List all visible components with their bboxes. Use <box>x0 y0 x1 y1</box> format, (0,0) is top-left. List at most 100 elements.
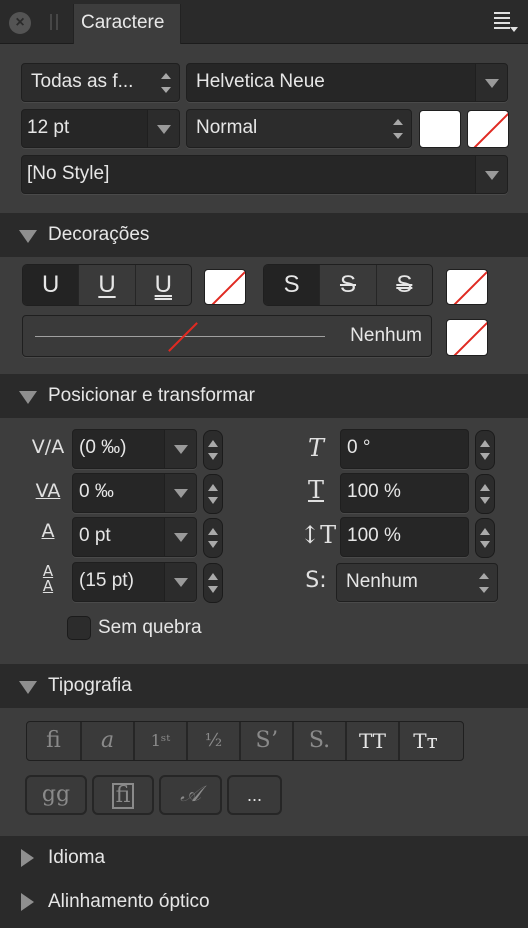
baseline-value: 0 pt <box>79 525 111 546</box>
no-break-label: Sem quebra <box>98 617 202 638</box>
collapsed-triangle-icon <box>21 893 34 911</box>
small-caps-button[interactable]: Tᴛ <box>398 722 451 760</box>
horizontal-scale-value: 100 % <box>347 481 401 502</box>
baseline-stepper[interactable] <box>203 518 223 558</box>
shear-value: 0 ° <box>347 437 371 458</box>
underline-single-button[interactable]: U <box>78 265 134 305</box>
ordinals-button[interactable]: 1ˢᵗ <box>133 722 186 760</box>
leading-value: (15 pt) <box>79 570 134 591</box>
updown-arrows-icon <box>161 73 171 93</box>
fractions-button[interactable]: ½ <box>186 722 239 760</box>
font-size-value: 12 pt <box>27 117 70 138</box>
section-title: Idioma <box>48 847 106 868</box>
panel-menu-icon[interactable] <box>494 12 518 32</box>
all-caps-button[interactable]: TT <box>345 722 398 760</box>
kerning-icon: V/A <box>31 436 65 458</box>
kerning-value: (0 ‰) <box>79 437 127 458</box>
font-weight-value: Normal <box>196 117 258 138</box>
leading-stepper[interactable] <box>203 563 223 603</box>
scripts-icon: S: <box>305 568 327 593</box>
leading-field[interactable]: (15 pt) <box>72 562 197 602</box>
section-title: Posicionar e transformar <box>48 385 255 406</box>
vertical-scale-value: 100 % <box>347 525 401 546</box>
leading-icon: AA <box>42 562 54 595</box>
shear-stepper[interactable] <box>475 430 495 470</box>
collapsed-triangle-icon <box>21 849 34 867</box>
text-style-value: [No Style] <box>27 163 110 184</box>
strikethrough-color-swatch[interactable] <box>446 269 488 305</box>
baseline-dropdown-button[interactable] <box>164 518 196 556</box>
background-color-swatch-none[interactable] <box>467 110 509 148</box>
leading-dropdown-button[interactable] <box>164 563 196 601</box>
baseline-shift-icon: A <box>41 520 55 542</box>
shear-icon: T <box>307 434 324 462</box>
line-style-field[interactable]: Nenhum <box>22 315 432 357</box>
tab-caractere[interactable]: Caractere <box>73 4 181 44</box>
section-decoracoes[interactable]: Decorações <box>0 213 528 257</box>
updown-arrows-icon <box>393 119 403 139</box>
font-family-dropdown-button[interactable] <box>475 64 507 101</box>
tracking-value: 0 ‰ <box>79 481 114 502</box>
kerning-stepper[interactable] <box>203 430 223 470</box>
font-family-value: Helvetica Neue <box>196 71 325 92</box>
text-style-field[interactable]: [No Style] <box>21 155 508 194</box>
expanded-triangle-icon <box>19 230 37 243</box>
text-style-dropdown-button[interactable] <box>475 156 507 193</box>
strikethrough-single-button[interactable]: S <box>319 265 375 305</box>
tracking-stepper[interactable] <box>203 474 223 514</box>
underline-segmented-control[interactable]: U U U <box>22 264 192 306</box>
font-family-field[interactable]: Helvetica Neue <box>186 63 508 102</box>
stylistic-alternates-button[interactable]: a <box>80 722 133 760</box>
vertical-scale-stepper[interactable] <box>475 518 495 558</box>
font-weight-select[interactable]: Normal <box>186 109 412 148</box>
discretionary-ligatures-glyph: ﬁ <box>111 783 135 809</box>
font-size-field[interactable]: 12 pt <box>21 109 180 148</box>
section-title: Decorações <box>48 224 150 245</box>
section-posicionar-transformar[interactable]: Posicionar e transformar <box>0 374 528 418</box>
kerning-dropdown-button[interactable] <box>164 430 196 468</box>
font-size-dropdown-button[interactable] <box>147 110 179 147</box>
scripts-value: Nenhum <box>346 571 418 592</box>
line-style-value: Nenhum <box>350 325 422 346</box>
underline-color-swatch[interactable] <box>204 269 246 305</box>
close-icon: × <box>15 14 25 31</box>
section-tipografia[interactable]: Tipografia <box>0 664 528 708</box>
font-collection-value: Todas as f... <box>31 71 134 92</box>
horizontal-scale-icon: T <box>307 476 324 504</box>
fill-color-swatch[interactable] <box>419 110 461 148</box>
horizontal-scale-field[interactable]: 100 % <box>340 473 469 513</box>
font-collection-select[interactable]: Todas as f... <box>21 63 180 102</box>
no-break-checkbox[interactable] <box>67 616 91 640</box>
more-features-button[interactable]: ... <box>227 775 282 815</box>
superscript-button[interactable]: Sʼ <box>239 722 292 760</box>
ligatures-button[interactable]: ﬁ <box>27 722 80 760</box>
baseline-field[interactable]: 0 pt <box>72 517 197 557</box>
section-idioma[interactable]: Idioma <box>0 836 528 880</box>
scripts-select[interactable]: Nenhum <box>336 563 498 602</box>
drag-grip-icon[interactable] <box>50 14 58 30</box>
contextual-alternates-button[interactable]: gg <box>25 775 87 815</box>
strikethrough-double-button[interactable]: S <box>375 265 432 305</box>
expanded-triangle-icon <box>19 391 37 404</box>
subscript-button[interactable]: S. <box>292 722 345 760</box>
strikethrough-segmented-control[interactable]: S S S <box>263 264 433 306</box>
section-alinhamento-optico[interactable]: Alinhamento óptico <box>0 880 528 924</box>
updown-arrows-icon <box>479 573 489 593</box>
tracking-dropdown-button[interactable] <box>164 474 196 512</box>
line-color-swatch[interactable] <box>446 319 488 356</box>
swash-button[interactable]: 𝒜 <box>159 775 222 815</box>
close-panel-button[interactable]: × <box>9 12 31 34</box>
horizontal-scale-stepper[interactable] <box>475 474 495 514</box>
none-slash-icon <box>168 322 198 352</box>
underline-double-button[interactable]: U <box>134 265 191 305</box>
underline-none-button[interactable]: U <box>23 265 79 305</box>
typography-features-row[interactable]: ﬁ a 1ˢᵗ ½ Sʼ S. TT Tᴛ <box>26 721 464 761</box>
tracking-field[interactable]: 0 ‰ <box>72 473 197 513</box>
strikethrough-none-button[interactable]: S <box>264 265 320 305</box>
vertical-scale-field[interactable]: 100 % <box>340 517 469 557</box>
vertical-scale-icon: ↕T <box>300 521 337 549</box>
discretionary-ligatures-button[interactable]: ﬁ <box>92 775 154 815</box>
tracking-icon: VA <box>35 480 61 502</box>
shear-field[interactable]: 0 ° <box>340 429 469 469</box>
kerning-field[interactable]: (0 ‰) <box>72 429 197 469</box>
